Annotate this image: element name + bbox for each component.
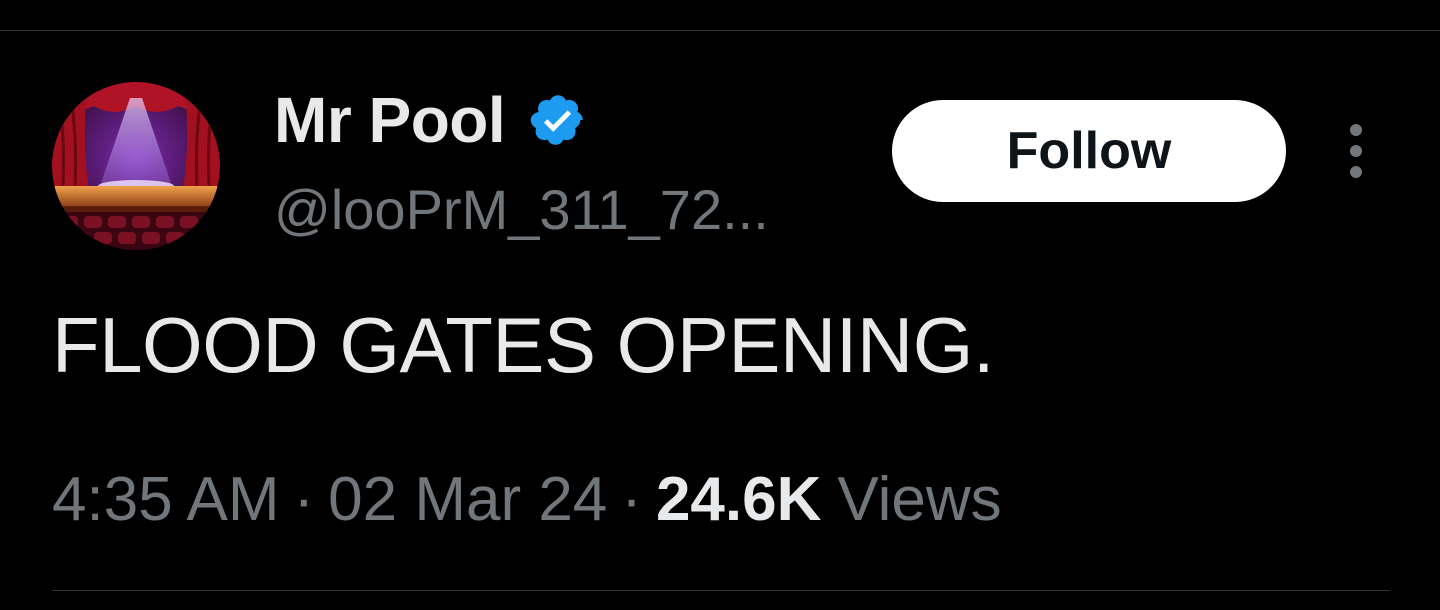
meta-separator: · (293, 465, 315, 534)
tweet-meta: 4:35 AM · 02 Mar 24 · 24.6K Views (52, 460, 1002, 540)
views-count[interactable]: 24.6K (656, 460, 821, 540)
views-label[interactable]: Views (837, 460, 1001, 540)
bottom-divider (52, 590, 1390, 591)
tweet-date[interactable]: 02 Mar 24 (328, 460, 607, 540)
avatar[interactable] (52, 82, 220, 250)
top-divider (0, 30, 1440, 31)
user-name-row: Mr Pool (274, 84, 587, 156)
user-handle[interactable]: @looPrM_311_72... (274, 178, 769, 242)
verified-badge-icon[interactable] (529, 91, 587, 149)
tweet-text: FLOOD GATES OPENING. (52, 301, 995, 389)
tweet-time[interactable]: 4:35 AM (52, 460, 279, 540)
more-vertical-icon[interactable] (1336, 120, 1376, 182)
meta-separator: · (621, 465, 642, 534)
follow-button[interactable]: Follow (892, 100, 1286, 202)
display-name[interactable]: Mr Pool (274, 84, 506, 156)
theater-stage-avatar-icon (52, 82, 220, 250)
